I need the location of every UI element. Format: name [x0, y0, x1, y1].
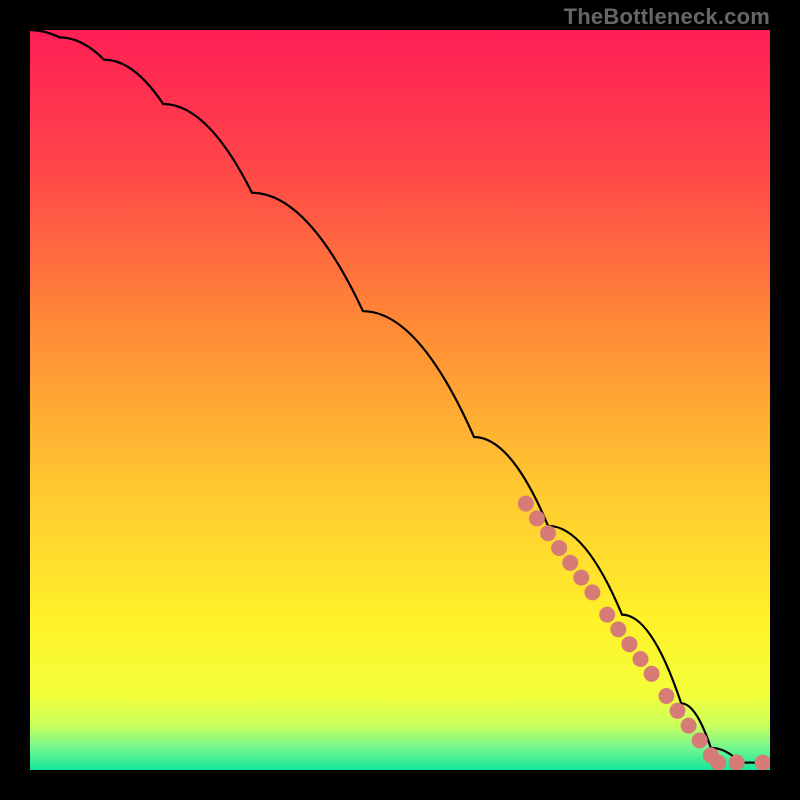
data-marker: [710, 755, 726, 770]
data-marker: [755, 755, 770, 770]
data-marker: [551, 540, 567, 556]
data-marker: [644, 666, 660, 682]
chart-container: TheBottleneck.com: [0, 0, 800, 800]
curve-line: [30, 30, 770, 763]
data-marker: [670, 703, 686, 719]
data-marker: [584, 584, 600, 600]
data-marker: [692, 732, 708, 748]
curve-layer: [30, 30, 770, 770]
data-marker: [621, 636, 637, 652]
data-marker: [658, 688, 674, 704]
data-marker: [610, 621, 626, 637]
data-marker: [562, 555, 578, 571]
data-marker: [681, 718, 697, 734]
data-markers: [518, 496, 770, 770]
data-marker: [518, 496, 534, 512]
plot-area: [30, 30, 770, 770]
watermark-text: TheBottleneck.com: [564, 4, 770, 30]
data-marker: [633, 651, 649, 667]
data-marker: [599, 607, 615, 623]
data-marker: [573, 570, 589, 586]
data-marker: [729, 755, 745, 770]
data-marker: [529, 510, 545, 526]
data-marker: [540, 525, 556, 541]
